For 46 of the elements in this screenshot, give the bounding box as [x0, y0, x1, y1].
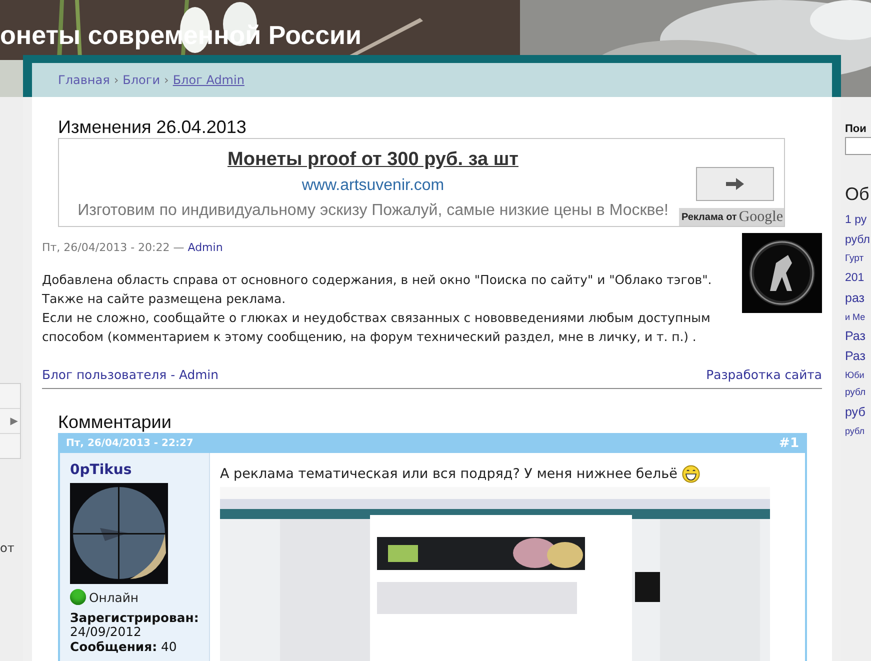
registered-label: Зарегистрирован: — [70, 611, 199, 625]
post-title: Изменения 26.04.2013 — [58, 116, 248, 138]
comment-text: А реклама тематическая или вся подряд? У меня нижнее бельё — [220, 465, 678, 483]
posts-label: Сообщения: — [70, 640, 158, 654]
ad-button[interactable] — [696, 167, 774, 201]
search-label: Пои — [845, 123, 866, 135]
tag-link[interactable]: раз — [845, 288, 864, 308]
arrow-icon — [726, 178, 744, 190]
tag-link[interactable]: Раз — [845, 346, 866, 366]
tag-link[interactable]: 1 ру — [845, 210, 867, 230]
submenu-arrow[interactable]: ▶ — [10, 416, 20, 426]
tag-link[interactable]: и Ме — [845, 308, 866, 326]
comment-date: Пт, 26/04/2013 - 22:27 — [66, 438, 194, 448]
ad-brand: Google — [738, 208, 783, 226]
blog-link[interactable]: Блог пользователя - Admin — [42, 367, 218, 383]
tag-link[interactable]: Гурт — [845, 250, 864, 268]
posts-count: 40 — [161, 640, 177, 654]
post-paragraph: Добавлена область справа от основного содержания, в ней окно "Поиска по сайту" и "Облако тэгов". — [42, 271, 713, 289]
breadcrumb-separator: › — [164, 73, 169, 87]
breadcrumb-link[interactable]: Главная — [58, 73, 110, 87]
tag-link[interactable]: рубл — [845, 422, 865, 440]
breadcrumb-separator: › — [114, 73, 119, 87]
author-link[interactable]: Admin — [188, 241, 223, 254]
post-paragraph: Если не сложно, сообщайте о глюках и неудобствах связанных с нововведениями любым доступным способом (комментарием к этому сообщению, на форум технический раздел, мне в личку, и т. п.) . — [42, 309, 712, 346]
tag-link[interactable]: рубл — [845, 230, 870, 250]
dev-link[interactable]: Разработка сайта — [706, 367, 822, 383]
ad-description: Изготовим по индивидуальному эскизу Пожалуй, самые низкие цены в Москве! — [78, 201, 668, 221]
smiley-icon — [682, 465, 700, 483]
comments-heading: Комментарии — [58, 411, 172, 433]
post-paragraph: Также на сайте размещена реклама. — [42, 290, 287, 308]
online-label: Онлайн — [89, 590, 139, 604]
tag-link[interactable]: руб — [845, 402, 866, 422]
registered-date: 24/09/2012 — [70, 625, 142, 639]
breadcrumb-link[interactable]: Блог Admin — [172, 73, 244, 87]
post-date: Пт, 26/04/2013 - 20:22 — — [42, 241, 186, 254]
ad-headline[interactable]: Монеты proof от 300 руб. за шт — [228, 148, 518, 172]
ad-label-text: Реклама от — [681, 212, 737, 222]
username[interactable]: 0pTikus — [70, 460, 199, 480]
breadcrumb-link[interactable]: Блоги — [122, 73, 160, 87]
tag-link[interactable]: рубл — [845, 384, 866, 402]
ad-url[interactable]: www.artsuvenir.com — [302, 175, 444, 197]
tag-link[interactable]: Юби — [845, 366, 864, 384]
sidebar-text: от — [0, 541, 14, 555]
tag-link[interactable]: 201 — [845, 268, 864, 288]
tag-link[interactable]: Раз — [845, 326, 866, 346]
tags-heading: Об — [845, 183, 870, 206]
